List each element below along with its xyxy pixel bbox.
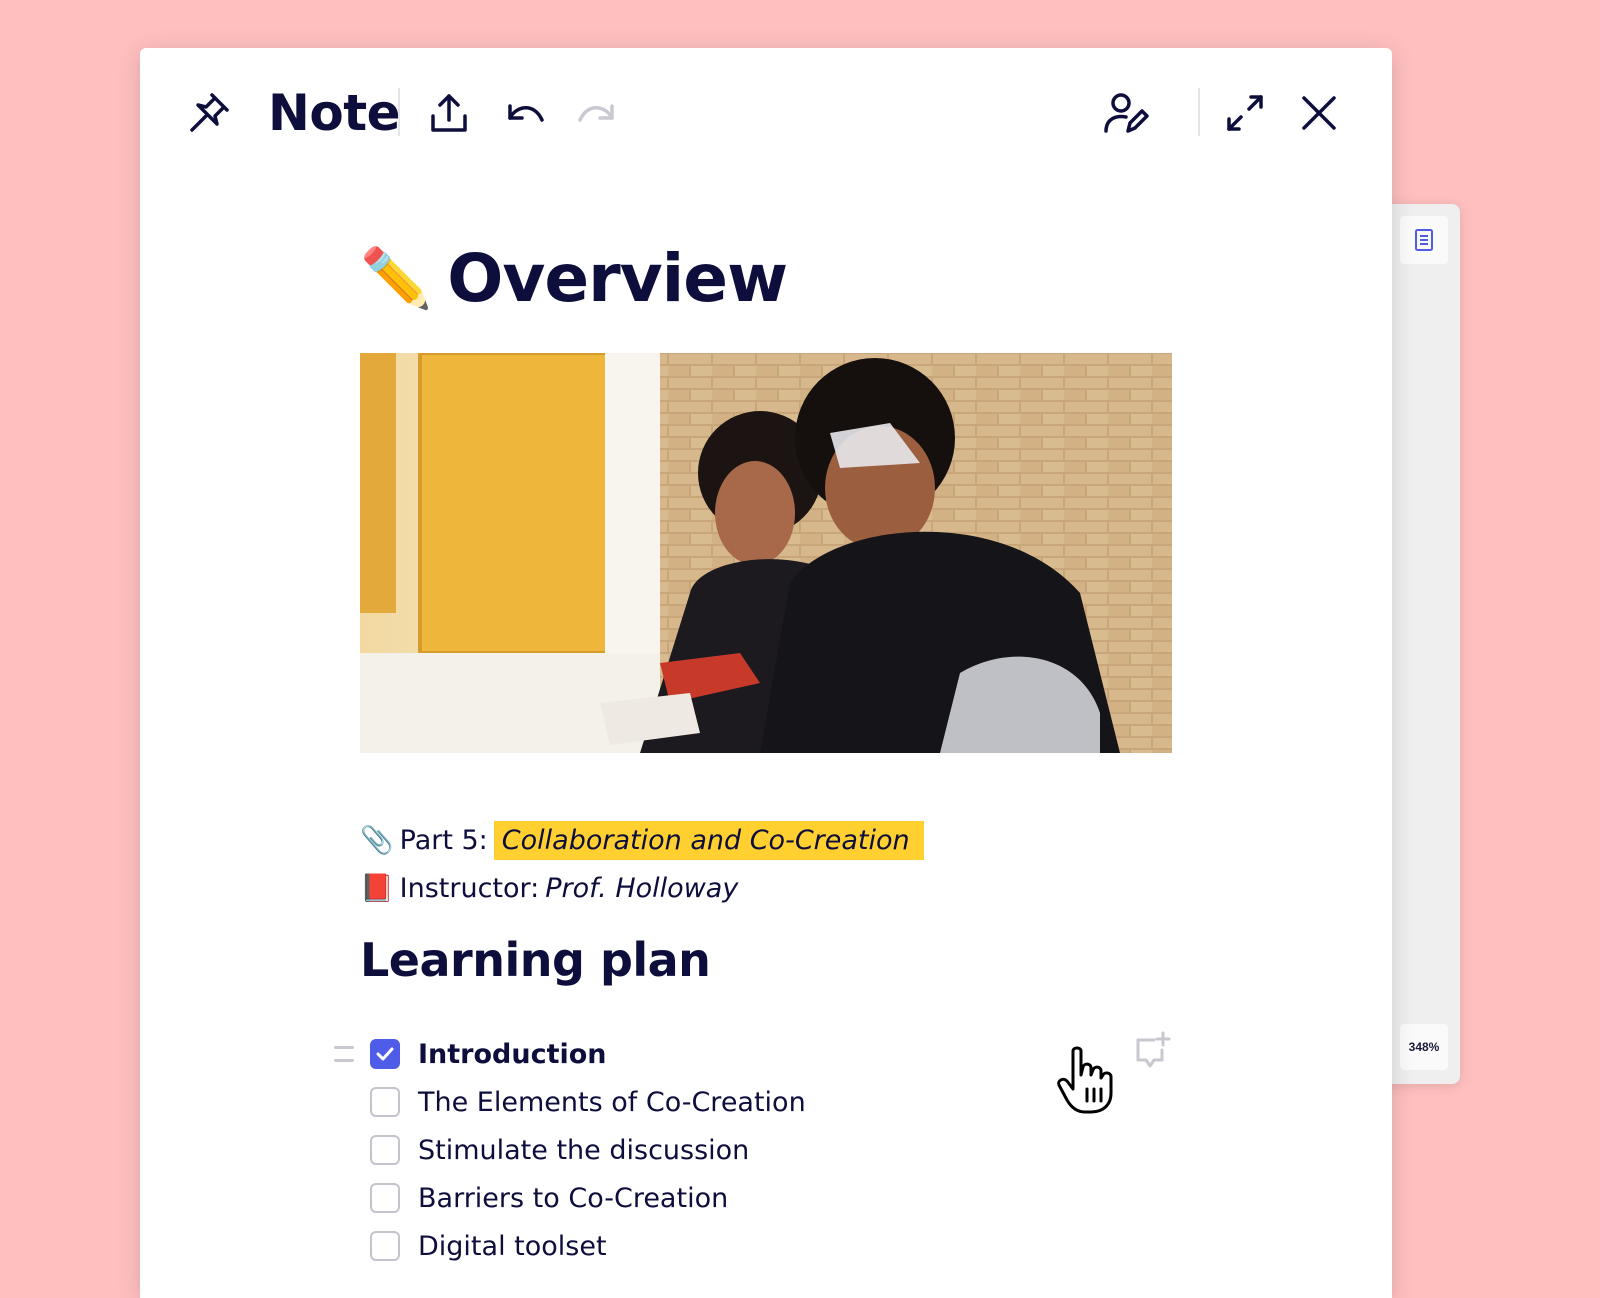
expand-icon xyxy=(1227,95,1263,131)
toolbar-divider xyxy=(398,88,400,136)
todo-checkbox[interactable] xyxy=(370,1135,400,1165)
add-comment-icon xyxy=(1136,1031,1171,1068)
note-toolbar: Note xyxy=(140,48,1392,178)
instructor-value: Prof. Holloway xyxy=(545,872,739,904)
close-button[interactable] xyxy=(1294,88,1344,138)
pin-button[interactable] xyxy=(184,88,234,138)
todo-checkbox[interactable] xyxy=(370,1039,400,1069)
note-window: Note ✏️ Overview 📎 Part 5: Collaboration… xyxy=(140,48,1392,1298)
part-value-highlight[interactable]: Collaboration and Co-Creation xyxy=(493,820,924,860)
checkmark-icon xyxy=(376,1047,394,1061)
document-title-text: Overview xyxy=(447,239,788,317)
editors-button[interactable] xyxy=(1100,88,1152,140)
toolbar-divider-right xyxy=(1198,88,1200,136)
todo-label[interactable]: The Elements of Co-Creation xyxy=(418,1087,806,1118)
part-line: 📎 Part 5: Collaboration and Co-Creation xyxy=(360,818,924,862)
instructor-line: 📕 Instructor: Prof. Holloway xyxy=(360,866,738,910)
hand-cursor-icon xyxy=(1055,1045,1119,1115)
redo-icon xyxy=(578,104,614,122)
user-edit-icon xyxy=(1104,93,1149,133)
todo-checkbox[interactable] xyxy=(370,1231,400,1261)
document-outline-button[interactable] xyxy=(1400,216,1448,264)
todo-label[interactable]: Barriers to Co-Creation xyxy=(418,1183,728,1214)
share-upload-icon xyxy=(431,94,467,132)
redo-button[interactable] xyxy=(572,88,622,138)
pencil-emoji-icon: ✏️ xyxy=(360,243,432,312)
pin-icon xyxy=(190,93,229,132)
document-icon xyxy=(1415,229,1433,251)
undo-icon xyxy=(508,104,544,122)
todo-checkbox[interactable] xyxy=(370,1183,400,1213)
todo-item: Barriers to Co-Creation xyxy=(360,1174,1180,1222)
students-photo xyxy=(360,353,1172,753)
zoom-level[interactable]: 348% xyxy=(1400,1024,1448,1070)
expand-button[interactable] xyxy=(1220,88,1270,138)
paperclip-emoji-icon: 📎 xyxy=(360,825,394,856)
section-title[interactable]: Learning plan xyxy=(360,933,711,987)
undo-button[interactable] xyxy=(500,88,550,138)
note-title: Note xyxy=(268,84,401,142)
todo-checkbox[interactable] xyxy=(370,1087,400,1117)
part-label: Part 5: xyxy=(399,824,488,856)
instructor-label: Instructor: xyxy=(399,872,540,904)
book-emoji-icon: 📕 xyxy=(360,873,394,904)
todo-label[interactable]: Introduction xyxy=(418,1039,607,1070)
todo-item: Stimulate the discussion xyxy=(360,1126,1180,1174)
share-button[interactable] xyxy=(424,88,474,138)
drag-handle-icon[interactable] xyxy=(334,1046,354,1062)
document-title[interactable]: ✏️ Overview xyxy=(360,233,788,323)
todo-item: Digital toolset xyxy=(360,1222,1180,1270)
todo-label[interactable]: Stimulate the discussion xyxy=(418,1135,749,1166)
add-comment-button[interactable] xyxy=(1132,1030,1172,1070)
cover-image[interactable] xyxy=(360,353,1172,753)
todo-label[interactable]: Digital toolset xyxy=(418,1231,607,1262)
close-icon xyxy=(1302,96,1336,130)
